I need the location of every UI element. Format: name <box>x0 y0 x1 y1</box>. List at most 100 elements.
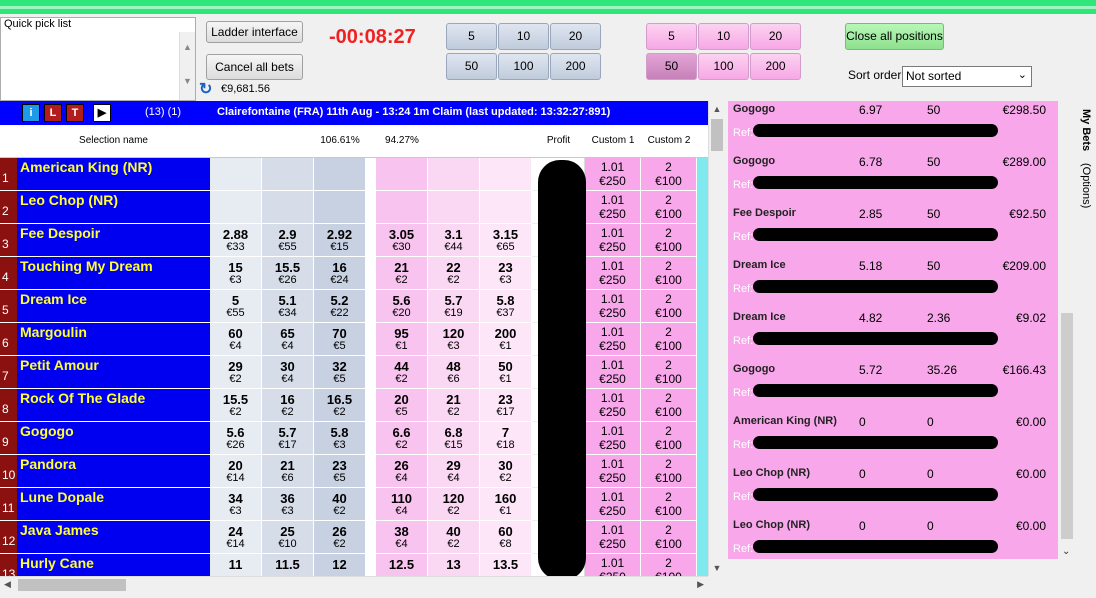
lay-price-cell[interactable]: 110 €4 <box>376 488 428 521</box>
cancel-all-bets-button[interactable]: Cancel all bets <box>206 54 303 80</box>
runner-name[interactable]: Rock Of The Glade <box>17 389 210 422</box>
lay-price-cell[interactable]: 95 €1 <box>376 323 428 356</box>
back-price-cell[interactable]: 2.88 €33 <box>210 224 262 257</box>
lay-price-cell[interactable]: 5.6 €20 <box>376 290 428 323</box>
quick-pick-list[interactable]: Quick pick list ▲ ▼ <box>0 17 196 101</box>
t-toggle-button[interactable]: T <box>66 104 84 122</box>
runner-name[interactable]: American King (NR) <box>17 158 210 191</box>
custom-1-cell[interactable]: 1.01€250 <box>585 488 641 521</box>
back-price-cell[interactable]: 2.9 €55 <box>262 224 314 257</box>
custom-1-cell[interactable]: 1.01€250 <box>585 191 641 224</box>
lay-price-cell[interactable] <box>428 158 480 191</box>
bet-entry[interactable]: Gogogo 6.97 50 €298.50 Ref: <box>728 101 1058 139</box>
back-price-cell[interactable]: 34 €3 <box>210 488 262 521</box>
back-price-cell[interactable]: 26 €2 <box>314 521 366 554</box>
custom-2-cell[interactable]: 2€100 <box>641 356 697 389</box>
custom-2-cell[interactable]: 2€100 <box>641 257 697 290</box>
custom-2-cell[interactable]: 2€100 <box>641 158 697 191</box>
tab-options[interactable]: (Options) <box>1080 163 1092 208</box>
custom-1-cell[interactable]: 1.01€250 <box>585 389 641 422</box>
bet-entry[interactable]: Fee Despoir 2.85 50 €92.50 Ref: <box>728 190 1058 243</box>
custom-1-cell[interactable]: 1.01€250 <box>585 554 641 576</box>
lay-price-cell[interactable] <box>480 158 532 191</box>
back-price-cell[interactable]: 16.5 €2 <box>314 389 366 422</box>
custom-1-cell[interactable]: 1.01€250 <box>585 521 641 554</box>
lay-price-cell[interactable]: 23 €17 <box>480 389 532 422</box>
lay-stake-button-100[interactable]: 100 <box>698 53 749 80</box>
scroll-down-icon[interactable]: ▼ <box>709 560 725 576</box>
back-price-cell[interactable]: 16 €24 <box>314 257 366 290</box>
back-price-cell[interactable]: 23 €5 <box>314 455 366 488</box>
back-price-cell[interactable]: 16 €2 <box>262 389 314 422</box>
lay-price-cell[interactable] <box>428 191 480 224</box>
ladder-interface-button[interactable]: Ladder interface <box>206 21 303 43</box>
custom-1-cell[interactable]: 1.01€250 <box>585 422 641 455</box>
scroll-up-icon[interactable]: ▲ <box>709 101 725 117</box>
lay-stake-button-10[interactable]: 10 <box>698 23 749 50</box>
back-price-cell[interactable]: 11.5 <box>262 554 314 576</box>
custom-1-cell[interactable]: 1.01€250 <box>585 158 641 191</box>
back-price-cell[interactable]: 40 €2 <box>314 488 366 521</box>
grid-horizontal-scrollbar[interactable]: ◀ ▶ <box>0 576 708 593</box>
custom-2-cell[interactable]: 2€100 <box>641 191 697 224</box>
runner-name[interactable]: Fee Despoir <box>17 224 210 257</box>
bet-entry[interactable]: American King (NR) 0 0 €0.00 Ref: <box>728 398 1058 451</box>
hscroll-thumb[interactable] <box>18 579 126 591</box>
back-price-cell[interactable]: 25 €10 <box>262 521 314 554</box>
lay-price-cell[interactable]: 120 €3 <box>428 323 480 356</box>
custom-1-cell[interactable]: 1.01€250 <box>585 224 641 257</box>
back-price-cell[interactable]: 15.5 €26 <box>262 257 314 290</box>
runner-name[interactable]: Hurly Cane <box>17 554 210 576</box>
runner-name[interactable]: Gogogo <box>17 422 210 455</box>
back-price-cell[interactable] <box>210 191 262 224</box>
back-price-cell[interactable]: 21 €6 <box>262 455 314 488</box>
lay-price-cell[interactable]: 5.8 €37 <box>480 290 532 323</box>
bet-entry[interactable]: Dream Ice 5.18 50 €209.00 Ref: <box>728 242 1058 295</box>
runner-name[interactable]: Leo Chop (NR) <box>17 191 210 224</box>
back-stake-button-5[interactable]: 5 <box>446 23 497 50</box>
custom-2-cell[interactable]: 2€100 <box>641 224 697 257</box>
back-price-cell[interactable]: 5 €55 <box>210 290 262 323</box>
bet-entry[interactable]: Gogogo 6.78 50 €289.00 Ref: <box>728 138 1058 191</box>
lay-price-cell[interactable]: 20 €5 <box>376 389 428 422</box>
custom-1-cell[interactable]: 1.01€250 <box>585 257 641 290</box>
custom-1-cell[interactable]: 1.01€250 <box>585 290 641 323</box>
scroll-down-icon[interactable]: ▼ <box>180 66 195 100</box>
back-price-cell[interactable] <box>314 191 366 224</box>
back-price-cell[interactable]: 5.1 €34 <box>262 290 314 323</box>
custom-1-cell[interactable]: 1.01€250 <box>585 356 641 389</box>
lay-price-cell[interactable]: 26 €4 <box>376 455 428 488</box>
lay-price-cell[interactable]: 13.5 <box>480 554 532 576</box>
custom-2-cell[interactable]: 2€100 <box>641 488 697 521</box>
back-price-cell[interactable] <box>314 158 366 191</box>
lay-price-cell[interactable]: 5.7 €19 <box>428 290 480 323</box>
info-button[interactable]: i <box>22 104 40 122</box>
back-price-cell[interactable]: 70 €5 <box>314 323 366 356</box>
back-price-cell[interactable]: 36 €3 <box>262 488 314 521</box>
back-price-cell[interactable]: 30 €4 <box>262 356 314 389</box>
lay-price-cell[interactable]: 44 €2 <box>376 356 428 389</box>
back-price-cell[interactable]: 12 <box>314 554 366 576</box>
runner-name[interactable]: Petit Amour <box>17 356 210 389</box>
lay-price-cell[interactable]: 48 €6 <box>428 356 480 389</box>
back-stake-button-10[interactable]: 10 <box>498 23 549 50</box>
bet-entry[interactable]: Dream Ice 4.82 2.36 €9.02 Ref: <box>728 294 1058 347</box>
custom-2-cell[interactable]: 2€100 <box>641 323 697 356</box>
lay-price-cell[interactable]: 60 €8 <box>480 521 532 554</box>
back-stake-button-200[interactable]: 200 <box>550 53 601 80</box>
lay-price-cell[interactable]: 30 €2 <box>480 455 532 488</box>
back-stake-button-50[interactable]: 50 <box>446 53 497 80</box>
lay-price-cell[interactable]: 29 €4 <box>428 455 480 488</box>
lay-price-cell[interactable] <box>480 191 532 224</box>
bets-scroll-thumb[interactable] <box>1061 313 1073 539</box>
lay-price-cell[interactable]: 6.6 €2 <box>376 422 428 455</box>
custom-2-cell[interactable]: 2€100 <box>641 554 697 576</box>
lay-price-cell[interactable]: 200 €1 <box>480 323 532 356</box>
lay-stake-button-20[interactable]: 20 <box>750 23 801 50</box>
back-price-cell[interactable] <box>262 158 314 191</box>
lay-stake-button-200[interactable]: 200 <box>750 53 801 80</box>
custom-2-cell[interactable]: 2€100 <box>641 422 697 455</box>
back-price-cell[interactable]: 32 €5 <box>314 356 366 389</box>
custom-1-cell[interactable]: 1.01€250 <box>585 323 641 356</box>
lay-price-cell[interactable] <box>376 191 428 224</box>
